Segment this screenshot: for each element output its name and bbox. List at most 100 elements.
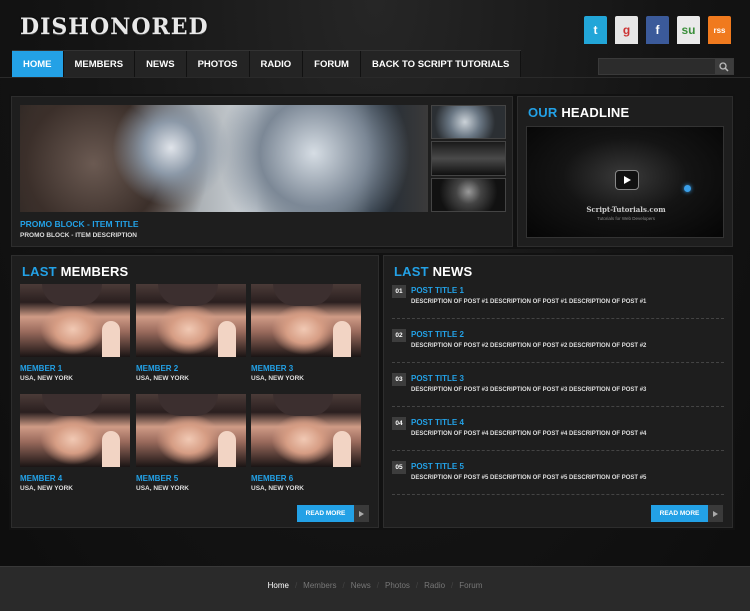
member-name[interactable]: MEMBER 2	[136, 364, 246, 373]
last-news-block: LAST NEWS 01 POST TITLE 1 DESCRIPTION OF…	[383, 255, 733, 528]
member-name[interactable]: MEMBER 3	[251, 364, 361, 373]
arrow-right-icon	[708, 505, 723, 522]
video-glow-dot	[684, 185, 691, 192]
news-number: 04	[392, 417, 406, 430]
footer-link-forum[interactable]: Forum	[453, 581, 488, 590]
members-title: LAST MEMBERS	[22, 264, 129, 279]
member-location: USA, NEW YORK	[20, 375, 73, 382]
header-divider	[0, 77, 750, 78]
promo-description: PROMO BLOCK - ITEM DESCRIPTION	[20, 232, 137, 239]
news-post-title[interactable]: POST TITLE 5	[411, 462, 464, 471]
google-icon[interactable]: g	[615, 16, 638, 44]
news-item: 04 POST TITLE 4 DESCRIPTION OF POST #4 D…	[392, 417, 724, 461]
member-card: MEMBER 2 USA, NEW YORK	[136, 284, 246, 382]
member-photo[interactable]	[136, 394, 246, 467]
member-location: USA, NEW YORK	[136, 375, 189, 382]
search-icon	[719, 61, 729, 72]
video-brand: Script-Tutorials.com	[586, 205, 666, 214]
arrow-right-icon	[354, 505, 369, 522]
news-item: 05 POST TITLE 5 DESCRIPTION OF POST #5 D…	[392, 461, 724, 505]
member-photo[interactable]	[136, 284, 246, 357]
member-name[interactable]: MEMBER 5	[136, 474, 246, 483]
news-post-title[interactable]: POST TITLE 2	[411, 330, 464, 339]
promo-block: PROMO BLOCK - ITEM TITLE PROMO BLOCK - I…	[11, 96, 513, 247]
news-post-title[interactable]: POST TITLE 1	[411, 286, 464, 295]
stumbleupon-icon[interactable]: su	[677, 16, 700, 44]
member-name[interactable]: MEMBER 1	[20, 364, 130, 373]
nav-item-forum[interactable]: FORUM	[303, 51, 361, 78]
news-divider	[392, 450, 724, 451]
member-location: USA, NEW YORK	[136, 485, 189, 492]
main-nav: HOME MEMBERS NEWS PHOTOS RADIO FORUM BAC…	[12, 50, 522, 78]
news-post-title[interactable]: POST TITLE 4	[411, 418, 464, 427]
search-box	[598, 58, 734, 75]
search-input[interactable]	[599, 59, 715, 74]
rss-icon[interactable]: rss	[708, 16, 731, 44]
video-subtitle: Tutorials for Web Developers	[596, 216, 656, 221]
video-player[interactable]: Script-Tutorials.com Tutorials for Web D…	[526, 126, 724, 238]
member-card: MEMBER 6 USA, NEW YORK	[251, 394, 361, 492]
footer-link-home[interactable]: Home	[262, 581, 295, 590]
members-read-more-button[interactable]: READ MORE	[297, 505, 369, 522]
news-post-description: DESCRIPTION OF POST #4 DESCRIPTION OF PO…	[411, 431, 647, 437]
last-members-block: LAST MEMBERS MEMBER 1 USA, NEW YORK MEMB…	[11, 255, 379, 528]
footer-nav: Home / Members / News / Photos / Radio /…	[0, 581, 750, 590]
twitter-icon[interactable]: t	[584, 16, 607, 44]
member-location: USA, NEW YORK	[251, 375, 304, 382]
footer: Home / Members / News / Photos / Radio /…	[0, 566, 750, 611]
news-post-description: DESCRIPTION OF POST #2 DESCRIPTION OF PO…	[411, 343, 647, 349]
news-divider	[392, 318, 724, 319]
footer-link-photos[interactable]: Photos	[379, 581, 416, 590]
headline-block: OUR HEADLINE Script-Tutorials.com Tutori…	[517, 96, 733, 247]
member-card: MEMBER 3 USA, NEW YORK	[251, 284, 361, 382]
news-title: LAST NEWS	[394, 264, 473, 279]
member-card: MEMBER 5 USA, NEW YORK	[136, 394, 246, 492]
footer-link-members[interactable]: Members	[297, 581, 342, 590]
news-divider	[392, 362, 724, 363]
headline-title: OUR HEADLINE	[528, 105, 630, 120]
play-button[interactable]	[615, 170, 639, 190]
news-read-more-button[interactable]: READ MORE	[651, 505, 723, 522]
member-name[interactable]: MEMBER 6	[251, 474, 361, 483]
news-number: 03	[392, 373, 406, 386]
news-item: 03 POST TITLE 3 DESCRIPTION OF POST #3 D…	[392, 373, 724, 417]
nav-item-news[interactable]: NEWS	[135, 51, 187, 78]
member-photo[interactable]	[20, 394, 130, 467]
news-item: 01 POST TITLE 1 DESCRIPTION OF POST #1 D…	[392, 285, 724, 329]
promo-thumb-1[interactable]	[431, 105, 506, 139]
read-more-label: READ MORE	[651, 505, 708, 522]
member-location: USA, NEW YORK	[251, 485, 304, 492]
news-divider	[392, 406, 724, 407]
news-item: 02 POST TITLE 2 DESCRIPTION OF POST #2 D…	[392, 329, 724, 373]
nav-item-photos[interactable]: PHOTOS	[187, 51, 250, 78]
footer-link-radio[interactable]: Radio	[418, 581, 451, 590]
news-post-description: DESCRIPTION OF POST #1 DESCRIPTION OF PO…	[411, 299, 647, 305]
news-post-description: DESCRIPTION OF POST #5 DESCRIPTION OF PO…	[411, 475, 647, 481]
member-location: USA, NEW YORK	[20, 485, 73, 492]
nav-item-members[interactable]: MEMBERS	[64, 51, 136, 78]
member-photo[interactable]	[20, 284, 130, 357]
member-card: MEMBER 1 USA, NEW YORK	[20, 284, 130, 382]
member-card: MEMBER 4 USA, NEW YORK	[20, 394, 130, 492]
news-post-title[interactable]: POST TITLE 3	[411, 374, 464, 383]
promo-thumb-3[interactable]	[431, 178, 506, 212]
promo-thumb-2[interactable]	[431, 141, 506, 176]
news-divider	[392, 494, 724, 495]
promo-main-image[interactable]	[20, 105, 428, 212]
member-photo[interactable]	[251, 394, 361, 467]
play-icon	[624, 176, 631, 184]
member-photo[interactable]	[251, 284, 361, 357]
promo-title[interactable]: PROMO BLOCK - ITEM TITLE	[20, 219, 139, 229]
read-more-label: READ MORE	[297, 505, 354, 522]
news-number: 02	[392, 329, 406, 342]
nav-item-back-to-tutorials[interactable]: BACK TO SCRIPT TUTORIALS	[361, 51, 522, 78]
social-links: t g f su rss	[584, 16, 731, 44]
member-name[interactable]: MEMBER 4	[20, 474, 130, 483]
nav-item-home[interactable]: HOME	[12, 51, 64, 78]
nav-item-radio[interactable]: RADIO	[250, 51, 304, 78]
site-logo[interactable]: DISHONORED	[20, 14, 209, 40]
footer-link-news[interactable]: News	[345, 581, 377, 590]
facebook-icon[interactable]: f	[646, 16, 669, 44]
search-button[interactable]	[715, 59, 733, 74]
news-number: 05	[392, 461, 406, 474]
